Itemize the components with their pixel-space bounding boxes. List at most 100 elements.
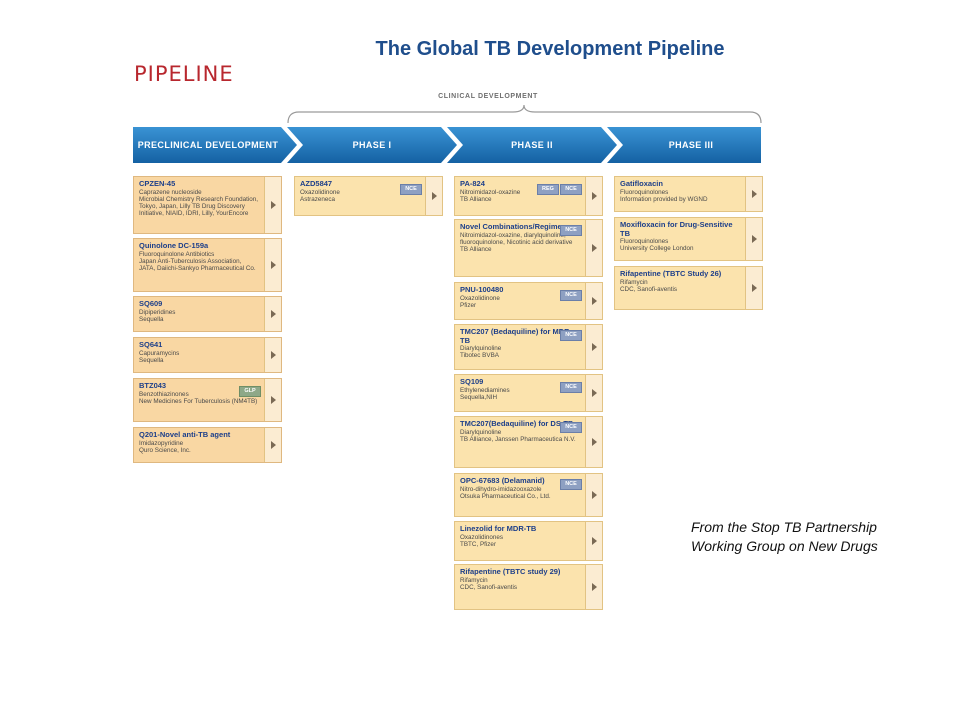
expand-arrow-icon[interactable] (585, 177, 602, 215)
expand-arrow-icon[interactable] (585, 375, 602, 411)
drug-card[interactable]: AZD5847 Oxazolidinone Astrazeneca NCE (294, 176, 443, 216)
expand-arrow-icon[interactable] (585, 522, 602, 560)
expand-arrow-icon[interactable] (585, 565, 602, 609)
drug-class: Oxazolidinones (460, 533, 504, 541)
drug-sponsor: Microbial Chemistry Research Foundation,… (139, 195, 258, 218)
drug-card[interactable]: Quinolone DC-159a Fluoroquinolone Antibi… (133, 238, 282, 292)
drug-card[interactable]: CPZEN-45 Caprazene nucleoside Microbial … (133, 176, 282, 234)
drug-name: Linezolid for MDR-TB (460, 525, 537, 533)
drug-class: Capuramycins (139, 349, 180, 357)
drug-sponsor: Quro Science, Inc. (139, 446, 191, 454)
expand-arrow-icon[interactable] (264, 379, 281, 421)
nce-badge: NCE (560, 479, 582, 490)
drug-class: Diarylquinoline (460, 345, 502, 352)
expand-arrow-icon[interactable] (264, 177, 281, 233)
expand-arrow-icon[interactable] (425, 177, 442, 215)
drug-card[interactable]: TMC207 (Bedaquiline) for MDR-TB Diarylqu… (454, 324, 603, 370)
drug-class: Rifamycin (460, 576, 488, 584)
nce-badge: NCE (560, 382, 582, 393)
drug-name: Q201-Novel anti-TB agent (139, 431, 231, 439)
drug-class: Nitroimidazol-oxazine (460, 188, 521, 196)
drug-card[interactable]: BTZ043 Benzothiazinones New Medicines Fo… (133, 378, 282, 422)
drug-card[interactable]: PNU-100480 Oxazolidinone Pfizer NCE (454, 282, 603, 320)
drug-card[interactable]: Rifapentine (TBTC Study 26) Rifamycin CD… (614, 266, 763, 310)
drug-class: Rifamycin (620, 278, 648, 286)
drug-class: Fluoroquinolone Antibiotics (139, 250, 215, 258)
drug-card[interactable]: OPC-67683 (Delamanid) Nitro-dihydro-imid… (454, 473, 603, 517)
drug-card[interactable]: SQ641 Capuramycins Sequella (133, 337, 282, 373)
source-note: From the Stop TB Partnership Working Gro… (691, 519, 878, 554)
drug-class: Imidazopyridine (139, 439, 184, 447)
phase-label-phase1[interactable]: PHASE I (301, 127, 443, 163)
expand-arrow-icon[interactable] (745, 218, 762, 260)
expand-arrow-icon[interactable] (264, 297, 281, 331)
phase-header-bar: PRECLINICAL DEVELOPMENT PHASE I PHASE II… (133, 127, 761, 163)
drug-sponsor: Japan Anti-Tuberculosis Association, JAT… (139, 257, 256, 273)
expand-arrow-icon[interactable] (264, 428, 281, 462)
reg-badge: REG (537, 184, 559, 195)
drug-class: Fluoroquinolones (620, 238, 669, 245)
drug-sponsor: TB Alliance (460, 246, 492, 254)
drug-sponsor: University College London (620, 245, 694, 253)
phase-label-phase3[interactable]: PHASE III (621, 127, 761, 163)
expand-arrow-icon[interactable] (585, 283, 602, 319)
pipeline-heading: PIPELINE (134, 62, 234, 86)
nce-badge: NCE (560, 290, 582, 301)
drug-card[interactable]: Gatifloxacin Fluoroquinolones Informatio… (614, 176, 763, 212)
drug-name: SQ641 (139, 341, 163, 349)
drug-sponsor: CDC, Sanofi-aventis (460, 583, 518, 591)
drug-sponsor: Sequella (139, 356, 164, 364)
drug-name: Moxifloxacin for Drug-Sensitive TB (620, 221, 733, 238)
nce-badge: NCE (400, 184, 422, 195)
drug-sponsor: New Medicines For Tuberculosis (NM4TB) (139, 397, 258, 405)
expand-arrow-icon[interactable] (585, 474, 602, 516)
drug-sponsor: Pfizer (460, 301, 477, 309)
drug-card[interactable]: Linezolid for MDR-TB Oxazolidinones TBTC… (454, 521, 603, 561)
drug-sponsor: TB Alliance (460, 195, 492, 203)
drug-sponsor: TB Alliance, Janssen Pharmaceutica N.V. (460, 435, 576, 443)
drug-card[interactable]: SQ609 Dipiperidines Sequella (133, 296, 282, 332)
drug-card[interactable]: Q201-Novel anti-TB agent Imidazopyridine… (133, 427, 282, 463)
nce-badge: NCE (560, 422, 582, 433)
drug-sponsor: Information provided by WGND (620, 195, 708, 203)
nce-badge: NCE (560, 330, 582, 341)
glp-badge: GLP (239, 386, 261, 397)
drug-card[interactable]: Novel Combinations/Regimens Nitroimidazo… (454, 219, 603, 277)
drug-class: Fluoroquinolones (620, 188, 669, 196)
drug-name: Rifapentine (TBTC study 29) (460, 568, 561, 576)
drug-sponsor: Otsuka Pharmaceutical Co., Ltd. (460, 492, 551, 500)
expand-arrow-icon[interactable] (585, 220, 602, 276)
drug-sponsor: Sequella,NIH (460, 393, 498, 401)
clinical-bracket (287, 104, 762, 124)
drug-name: Gatifloxacin (620, 180, 663, 188)
drug-sponsor: TBTC, Pfizer (460, 540, 497, 548)
drug-sponsor: Tibotec BVBA (460, 352, 499, 360)
drug-card[interactable]: SQ109 Ethylenediamines Sequella,NIH NCE (454, 374, 603, 412)
drug-sponsor: Sequella (139, 315, 164, 323)
drug-name: Quinolone DC-159a (139, 242, 209, 250)
expand-arrow-icon[interactable] (264, 338, 281, 372)
drug-name: PA-824 (460, 180, 485, 188)
clinical-development-label: CLINICAL DEVELOPMENT (438, 93, 538, 100)
drug-sponsor: CDC, Sanofi-aventis (620, 285, 678, 293)
drug-sponsor: Astrazeneca (300, 195, 336, 203)
drug-class: Dipiperidines (139, 308, 176, 316)
drug-card[interactable]: PA-824 Nitroimidazol-oxazine TB Alliance… (454, 176, 603, 216)
drug-name: SQ609 (139, 300, 163, 308)
expand-arrow-icon[interactable] (585, 325, 602, 369)
expand-arrow-icon[interactable] (264, 239, 281, 291)
expand-arrow-icon[interactable] (745, 267, 762, 309)
drug-name: Rifapentine (TBTC Study 26) (620, 270, 722, 278)
nce-badge: NCE (560, 184, 582, 195)
drug-name: CPZEN-45 (139, 180, 176, 188)
nce-badge: NCE (560, 225, 582, 236)
slide-title: The Global TB Development Pipeline (375, 38, 725, 60)
drug-card[interactable]: Moxifloxacin for Drug-Sensitive TB Fluor… (614, 217, 763, 261)
phase-label-preclinical[interactable]: PRECLINICAL DEVELOPMENT (133, 127, 283, 163)
drug-class: Caprazene nucleoside (139, 188, 202, 196)
drug-card[interactable]: TMC207(Bedaquiline) for DS-TB Diarylquin… (454, 416, 603, 468)
expand-arrow-icon[interactable] (585, 417, 602, 467)
drug-card[interactable]: Rifapentine (TBTC study 29) Rifamycin CD… (454, 564, 603, 610)
phase-label-phase2[interactable]: PHASE II (461, 127, 603, 163)
expand-arrow-icon[interactable] (745, 177, 762, 211)
